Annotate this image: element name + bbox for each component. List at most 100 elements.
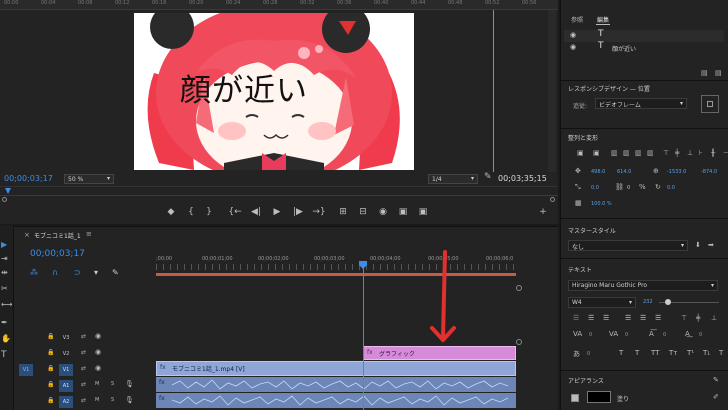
faux-italic-icon[interactable]: T (635, 349, 639, 357)
track-name[interactable]: V3 (59, 332, 73, 344)
monitor-mini-ruler[interactable] (0, 186, 558, 202)
align-center-icon[interactable]: ╫ (711, 149, 715, 157)
razor-tool-icon[interactable]: ✂ (1, 284, 8, 293)
new-layer-icon[interactable]: ▤ (701, 69, 708, 77)
magnet-icon[interactable]: ∩ (52, 268, 58, 277)
leading-value[interactable]: 0 (663, 332, 666, 338)
align-vertical-icon[interactable]: ▣ (577, 149, 584, 157)
distribute-icon[interactable]: ▥ (647, 149, 654, 157)
extract-button[interactable]: ⊟ (356, 207, 370, 217)
track-name[interactable]: A1 (59, 380, 73, 392)
align-left-text-icon[interactable]: ☰ (573, 314, 579, 322)
mute-button[interactable]: M (95, 397, 99, 403)
sequence-tab[interactable]: モブニコミ1話_1 (34, 231, 81, 240)
sync-lock-icon[interactable]: ⇄ (81, 365, 86, 372)
eye-icon[interactable]: ◉ (95, 348, 101, 356)
go-to-in-button[interactable]: {← (228, 207, 242, 217)
rotation-value[interactable]: 0.0 (667, 185, 675, 191)
top-text-icon[interactable]: ⊤ (681, 314, 687, 322)
track-name[interactable]: A2 (59, 396, 73, 408)
snap-icon[interactable]: ⁂ (30, 268, 38, 277)
comparison-view-button[interactable]: ▣ (396, 207, 410, 217)
mic-icon[interactable]: 🎙 (125, 396, 134, 404)
panel-menu-icon[interactable]: ≡ (86, 230, 92, 238)
lock-icon[interactable]: 🔒 (47, 365, 54, 372)
sync-lock-icon[interactable]: ⇄ (81, 349, 86, 356)
zoom-select[interactable]: 50 % ▾ (64, 174, 114, 184)
timeline-scrollbar[interactable] (516, 257, 522, 407)
track-name[interactable]: V2 (59, 348, 73, 360)
scale-value[interactable]: 0.0 (591, 185, 599, 191)
timeline-playhead[interactable] (363, 263, 364, 410)
lock-icon[interactable]: 🔒 (47, 381, 54, 388)
pin-box[interactable] (701, 95, 719, 113)
distribute-icon[interactable]: ▥ (623, 149, 630, 157)
marker-icon[interactable]: ▾ (94, 268, 98, 277)
all-caps-icon[interactable]: TT (651, 349, 659, 357)
justify-icon[interactable]: ☰ (655, 314, 661, 322)
audio-clip-a2[interactable]: fx (156, 393, 516, 408)
lock-icon[interactable]: 🔒 (47, 333, 54, 340)
layer-row[interactable]: ◉ T (564, 29, 724, 42)
fill-checkbox[interactable] (571, 394, 579, 402)
small-caps-icon[interactable]: Tт (669, 349, 677, 357)
zoom-handle-left[interactable] (2, 197, 7, 202)
eyedropper-icon[interactable]: ✐ (713, 393, 719, 401)
baseline-value[interactable]: 0 (699, 332, 702, 338)
layer-row[interactable]: ◉ T 顔が近い (564, 41, 724, 54)
justify-icon[interactable]: ☰ (640, 314, 646, 322)
opacity-value[interactable]: 100.0 % (591, 201, 612, 207)
timeline-ruler[interactable]: ;00;00 00;00;01;00 00;00;02;00 00;00;03;… (156, 256, 516, 278)
align-right-icon[interactable]: ⊣ (723, 149, 728, 157)
bottom-text-icon[interactable]: ⊥ (711, 314, 717, 322)
position-x[interactable]: 498.0 (591, 169, 605, 175)
faux-bold-icon[interactable]: T (619, 349, 623, 357)
link-icon[interactable]: ⛓ (615, 183, 624, 191)
scale-pct[interactable]: 0 (627, 185, 630, 191)
font-size-slider[interactable] (659, 299, 719, 305)
step-forward-button[interactable]: |▶ (291, 207, 305, 217)
new-item-icon[interactable]: ▤ (715, 69, 722, 77)
program-timecode[interactable]: 00;00;03;17 (4, 174, 53, 183)
distribute-icon[interactable]: ▥ (611, 149, 618, 157)
align-middle-icon[interactable]: ╪ (675, 149, 679, 157)
go-to-out-button[interactable]: →} (312, 207, 326, 217)
button-editor-button[interactable]: + (536, 207, 550, 217)
lock-icon[interactable]: 🔒 (47, 397, 54, 404)
eye-icon[interactable]: ◉ (570, 31, 576, 39)
sync-lock-icon[interactable]: ⇄ (81, 333, 86, 340)
mic-icon[interactable]: 🎙 (125, 380, 134, 388)
anchor-y[interactable]: -874.0 (701, 169, 717, 175)
work-area-bar[interactable] (156, 273, 516, 276)
follow-dropdown[interactable]: ビデオフレーム ▾ (595, 98, 687, 109)
center-text-icon[interactable]: ╪ (696, 314, 700, 322)
caption-text[interactable]: 顔が近い (180, 65, 308, 110)
arrow-down-icon[interactable]: ⬇ (695, 241, 701, 249)
safe-margins-button[interactable]: ▣ (416, 207, 430, 217)
slip-tool-icon[interactable]: ⟷ (1, 300, 12, 309)
tab-browse[interactable]: 参照 (571, 15, 583, 24)
resolution-select[interactable]: 1/4 ▾ (428, 174, 478, 184)
wrench-icon[interactable]: ✎ (484, 172, 492, 182)
playhead-marker[interactable] (5, 188, 11, 194)
audio-clip-a1[interactable]: fx (156, 377, 516, 392)
solo-button[interactable]: S (111, 381, 114, 387)
master-style-dropdown[interactable]: なし ▾ (568, 240, 688, 251)
timeline-timecode[interactable]: 00;00;03;17 (30, 249, 85, 259)
wrench-icon[interactable]: ✎ (713, 376, 719, 384)
distribute-icon[interactable]: ▥ (635, 149, 642, 157)
align-right-text-icon[interactable]: ☰ (603, 314, 609, 322)
play-button[interactable]: ▶ (270, 207, 284, 217)
zoom-handle-right[interactable] (550, 197, 555, 202)
position-y[interactable]: 614.0 (617, 169, 631, 175)
graphic-clip[interactable]: fx グラフィック (363, 346, 516, 360)
selection-tool-icon[interactable]: ▶ (1, 240, 7, 249)
program-video-frame[interactable]: 顔が近い (134, 13, 414, 170)
weight-dropdown[interactable]: W4 ▾ (568, 297, 636, 308)
fill-color-swatch[interactable] (587, 391, 611, 403)
tsume-value[interactable]: 0 (587, 351, 590, 357)
align-horizontal-icon[interactable]: ▣ (593, 149, 600, 157)
sync-lock-icon[interactable]: ⇄ (81, 381, 86, 388)
subscript-icon[interactable]: T₁ (703, 349, 710, 357)
track-select-icon[interactable]: ⇥ (1, 254, 8, 263)
